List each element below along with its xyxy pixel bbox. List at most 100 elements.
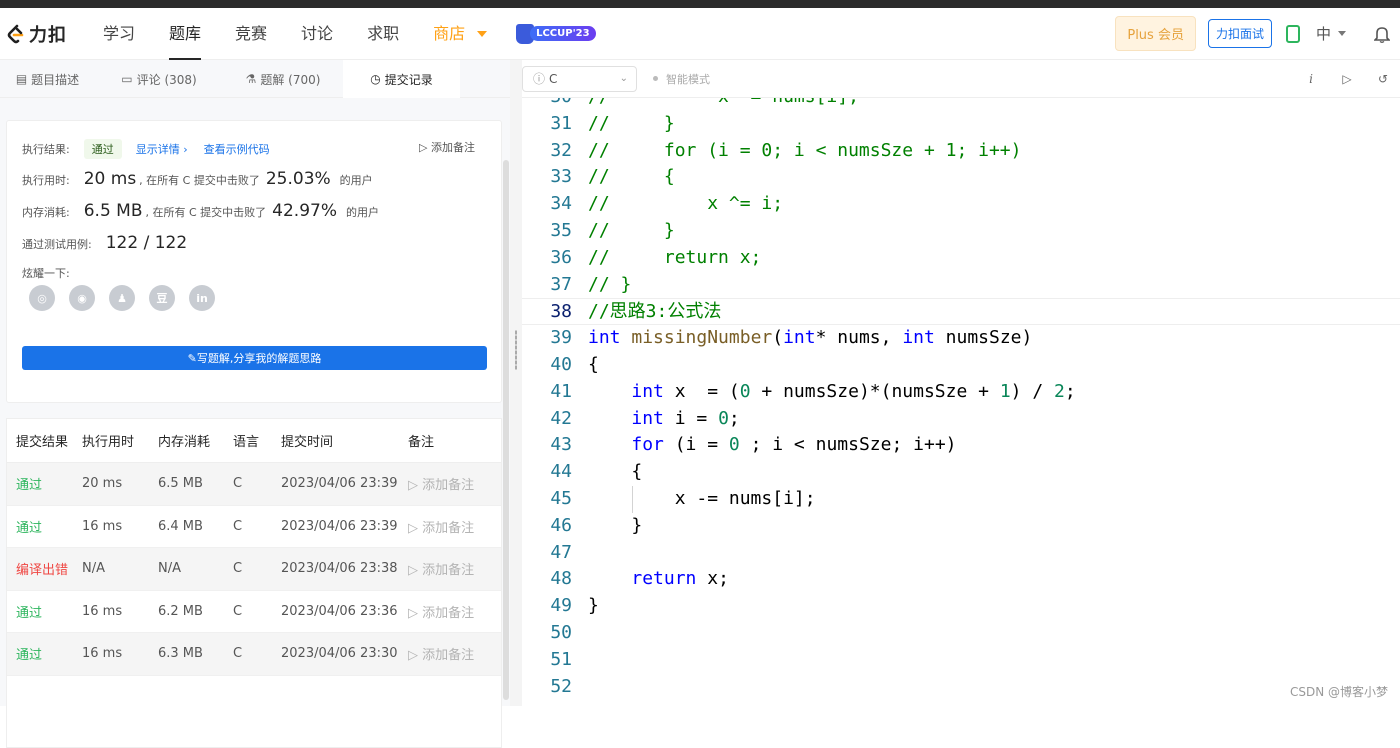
code-line[interactable]: 52 <box>522 674 1400 701</box>
code-line[interactable]: 38//思路3:公式法 <box>522 298 1400 325</box>
mock-interview-button[interactable]: 力扣面试 <box>1208 19 1272 48</box>
row-add-note[interactable]: ▷ 添加备注 <box>408 644 488 663</box>
row-status[interactable]: 通过 <box>7 474 82 493</box>
smart-mode-toggle[interactable]: 智能模式 <box>653 71 710 87</box>
lccup-badge[interactable]: LCCUP'23 <box>516 24 595 44</box>
table-row[interactable]: 通过 20 ms 6.5 MB C 2023/04/06 23:39 ▷ 添加备… <box>7 463 501 506</box>
line-number: 47 <box>522 540 572 567</box>
table-row[interactable]: 通过 16 ms 6.2 MB C 2023/04/06 23:36 ▷ 添加备… <box>7 591 501 634</box>
code-text: // x ^= nums[i]; <box>588 98 859 111</box>
memory-value: 6.5 MB <box>84 201 143 221</box>
table-row[interactable]: 通过 16 ms 6.4 MB C 2023/04/06 23:39 ▷ 添加备… <box>7 506 501 549</box>
line-number: 48 <box>522 566 572 593</box>
lccup-label: LCCUP'23 <box>530 26 595 41</box>
row-status[interactable]: 通过 <box>7 644 82 663</box>
code-line[interactable]: 36// return x; <box>522 245 1400 272</box>
code-line[interactable]: 40{ <box>522 352 1400 379</box>
row-language: C <box>233 561 281 576</box>
code-area[interactable]: 30// x ^= nums[i];31// }32// for (i = 0;… <box>522 98 1400 706</box>
code-line[interactable]: 39int missingNumber(int* nums, int numsS… <box>522 325 1400 352</box>
code-line[interactable]: 50 <box>522 620 1400 647</box>
row-date: 2023/04/06 23:39 <box>281 476 408 491</box>
row-status[interactable]: 编译出错 <box>7 559 82 578</box>
row-language: C <box>233 476 281 491</box>
tab-comments[interactable]: ▭评论 (308) <box>95 60 223 98</box>
qq-icon[interactable]: ♟ <box>109 285 135 311</box>
nav-item-jobs[interactable]: 求职 <box>350 8 416 60</box>
tab-description[interactable]: ▤题目描述 <box>0 60 95 98</box>
nav-item-discuss[interactable]: 讨论 <box>284 8 350 60</box>
plus-member-button[interactable]: Plus 会员 <box>1115 16 1196 51</box>
sample-code-link[interactable]: 查看示例代码 <box>204 141 270 157</box>
bell-icon[interactable] <box>1374 25 1390 43</box>
info-icon: ⓘ <box>533 70 545 87</box>
code-line[interactable]: 42 int i = 0; <box>522 406 1400 433</box>
code-line[interactable]: 32// for (i = 0; i < numsSze + 1; i++) <box>522 138 1400 165</box>
table-header: 提交结果 执行用时 内存消耗 语言 提交时间 备注 <box>7 419 501 463</box>
code-line[interactable]: 37// } <box>522 272 1400 299</box>
flag-icon: ▷ <box>408 648 422 663</box>
weibo-icon[interactable]: ◉ <box>69 285 95 311</box>
code-line[interactable]: 49} <box>522 593 1400 620</box>
run-icon[interactable]: ▷ <box>1340 72 1354 86</box>
row-add-note[interactable]: ▷ 添加备注 <box>408 559 488 578</box>
add-note-button[interactable]: ▷ 添加备注 <box>419 139 475 155</box>
pencil-icon: ✎ <box>188 352 197 365</box>
code-line[interactable]: 34// x ^= i; <box>522 191 1400 218</box>
left-scrollbar[interactable] <box>503 160 509 700</box>
line-number: 32 <box>522 138 572 165</box>
row-status[interactable]: 通过 <box>7 602 82 621</box>
code-line[interactable]: 46 } <box>522 513 1400 540</box>
code-line[interactable]: 31// } <box>522 111 1400 138</box>
code-line[interactable]: 51 <box>522 647 1400 674</box>
code-line[interactable]: 45 x -= nums[i]; <box>522 486 1400 513</box>
code-line[interactable]: 35// } <box>522 218 1400 245</box>
memory-label: 内存消耗: <box>22 204 70 220</box>
memory-suffix: 的用户 <box>346 204 379 220</box>
info-icon[interactable]: i <box>1304 72 1318 86</box>
line-number: 39 <box>522 325 572 352</box>
write-solution-button[interactable]: ✎ 写题解,分享我的解题思路 <box>22 346 487 370</box>
code-line[interactable]: 33// { <box>522 164 1400 191</box>
douban-icon[interactable]: 豆 <box>149 285 175 311</box>
tab-submissions[interactable]: ◷提交记录 <box>343 60 460 98</box>
row-memory: 6.3 MB <box>158 646 233 661</box>
testcases-value: 122 / 122 <box>106 233 187 253</box>
table-row[interactable]: 编译出错 N/A N/A C 2023/04/06 23:38 ▷ 添加备注 <box>7 548 501 591</box>
mobile-app-icon[interactable] <box>1286 25 1300 43</box>
code-line[interactable]: 47 <box>522 540 1400 567</box>
row-add-note[interactable]: ▷ 添加备注 <box>408 602 488 621</box>
code-line[interactable]: 44 { <box>522 459 1400 486</box>
clock-icon: ◷ <box>370 72 380 86</box>
nav-item-store[interactable]: 商店 <box>416 8 504 60</box>
logo[interactable]: 力扣 <box>6 21 86 47</box>
tab-solutions[interactable]: ⚗题解 (700) <box>223 60 343 98</box>
row-status[interactable]: 通过 <box>7 517 82 536</box>
code-line[interactable]: 48 return x; <box>522 566 1400 593</box>
drag-handle-icon[interactable] <box>515 330 517 370</box>
language-switch[interactable]: 中 <box>1316 23 1346 44</box>
code-line[interactable]: 30// x ^= nums[i]; <box>522 98 1400 111</box>
table-row[interactable]: 通过 16 ms 6.3 MB C 2023/04/06 23:30 ▷ 添加备… <box>7 633 501 676</box>
code-line[interactable]: 43 for (i = 0 ; i < numsSze; i++) <box>522 432 1400 459</box>
line-number: 43 <box>522 432 572 459</box>
panel-splitter[interactable] <box>510 60 522 706</box>
language-select[interactable]: ⓘ C ⌄ <box>522 66 637 92</box>
nav-item-problems[interactable]: 题库 <box>152 8 218 60</box>
nav-item-study[interactable]: 学习 <box>86 8 152 60</box>
row-runtime: 16 ms <box>82 646 158 661</box>
flask-icon: ⚗ <box>246 72 257 86</box>
line-number: 51 <box>522 647 572 674</box>
runtime-percent: 25.03% <box>266 169 331 189</box>
linkedin-icon[interactable]: in <box>189 285 215 311</box>
row-add-note[interactable]: ▷ 添加备注 <box>408 474 488 493</box>
result-label: 执行结果: <box>22 141 70 157</box>
memory-percent: 42.97% <box>272 201 337 221</box>
reset-icon[interactable]: ↺ <box>1376 72 1390 86</box>
wechat-icon[interactable]: ◎ <box>29 285 55 311</box>
row-add-note[interactable]: ▷ 添加备注 <box>408 517 488 536</box>
code-line[interactable]: 41 int x = (0 + numsSze)*(numsSze + 1) /… <box>522 379 1400 406</box>
show-details-link[interactable]: 显示详情 › <box>136 141 188 157</box>
share-icons: ◎ ◉ ♟ 豆 in <box>29 285 229 311</box>
nav-item-contest[interactable]: 竞赛 <box>218 8 284 60</box>
